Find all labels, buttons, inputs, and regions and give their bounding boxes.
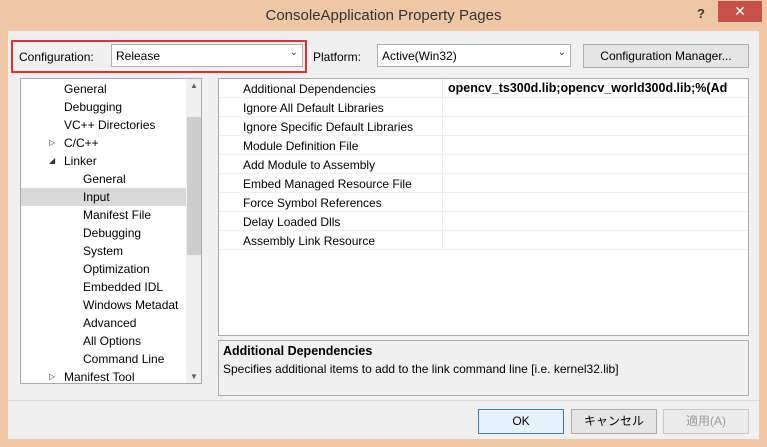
property-name: Additional Dependencies bbox=[243, 82, 376, 96]
column-separator bbox=[442, 231, 443, 250]
property-name: Module Definition File bbox=[243, 139, 359, 153]
collapsed-arrow-icon[interactable]: ▷ bbox=[49, 134, 55, 152]
tree-item[interactable]: All Options bbox=[21, 332, 186, 350]
description-title: Additional Dependencies bbox=[223, 344, 373, 358]
tree-item-label: General bbox=[64, 82, 107, 96]
configuration-dropdown[interactable]: Release ⌄ bbox=[111, 44, 303, 67]
column-separator bbox=[442, 117, 443, 136]
cancel-button[interactable]: キャンセル bbox=[571, 409, 657, 434]
property-row[interactable]: Module Definition File bbox=[219, 136, 748, 155]
expanded-arrow-icon[interactable]: ◢ bbox=[49, 152, 55, 170]
tree-item-label: Advanced bbox=[83, 316, 137, 330]
tree-item-label: C/C++ bbox=[64, 136, 99, 150]
tree-item-label: Linker bbox=[64, 154, 97, 168]
footer-divider bbox=[8, 400, 759, 401]
tree-item-label: Debugging bbox=[83, 226, 142, 240]
tree-item-label: Command Line bbox=[83, 352, 165, 366]
chevron-down-icon: ⌄ bbox=[557, 47, 566, 58]
tree-item[interactable]: Optimization bbox=[21, 260, 186, 278]
tree-item-label: System bbox=[83, 244, 124, 258]
property-name: Assembly Link Resource bbox=[243, 234, 376, 248]
tree-item[interactable]: Debugging bbox=[21, 224, 186, 242]
description-text: Specifies additional items to add to the… bbox=[223, 362, 619, 376]
column-separator bbox=[442, 136, 443, 155]
ok-button[interactable]: OK bbox=[478, 409, 564, 434]
scroll-up-icon[interactable]: ▲ bbox=[186, 81, 201, 90]
column-separator bbox=[442, 212, 443, 231]
collapsed-arrow-icon[interactable]: ▷ bbox=[49, 368, 55, 383]
tree-item-label: Debugging bbox=[64, 100, 123, 114]
property-name: Embed Managed Resource File bbox=[243, 177, 412, 191]
tree-item[interactable]: Manifest File bbox=[21, 206, 186, 224]
tree-item-label: Optimization bbox=[83, 262, 150, 276]
window-title: ConsoleApplication Property Pages bbox=[265, 7, 502, 24]
property-value[interactable]: opencv_ts300d.lib;opencv_world300d.lib;%… bbox=[448, 81, 727, 95]
column-separator bbox=[442, 193, 443, 212]
tree-item[interactable]: Windows Metadat bbox=[21, 296, 186, 314]
column-separator bbox=[442, 98, 443, 117]
title-bar[interactable]: ConsoleApplication Property Pages ? ✕ bbox=[0, 0, 767, 31]
tree-item[interactable]: Debugging bbox=[21, 98, 186, 116]
chevron-down-icon: ⌄ bbox=[289, 47, 298, 58]
tree-item-label: All Options bbox=[83, 334, 142, 348]
help-button[interactable]: ? bbox=[688, 4, 714, 24]
tree-item-label: Manifest Tool bbox=[64, 370, 135, 384]
property-name: Add Module to Assembly bbox=[243, 158, 376, 172]
platform-value: Active(Win32) bbox=[382, 49, 457, 63]
tree-item[interactable]: General bbox=[21, 80, 186, 98]
configuration-value: Release bbox=[116, 49, 161, 63]
property-row[interactable]: Delay Loaded Dlls bbox=[219, 212, 748, 231]
tree-item[interactable]: Embedded IDL bbox=[21, 278, 186, 296]
property-name: Ignore Specific Default Libraries bbox=[243, 120, 414, 134]
settings-tree[interactable]: General Debugging VC++ Directories ▷ C/C++ ◢ L… bbox=[20, 78, 202, 384]
tree-item[interactable]: ▷ C/C++ bbox=[21, 134, 186, 152]
tree-item-label: Windows Metadat bbox=[83, 298, 179, 312]
tree-item[interactable]: General bbox=[21, 170, 186, 188]
property-name: Delay Loaded Dlls bbox=[243, 215, 341, 229]
tree-item-label: Embedded IDL bbox=[83, 280, 164, 294]
property-name: Force Symbol References bbox=[243, 196, 382, 210]
column-separator bbox=[442, 79, 443, 98]
tree-item[interactable]: Advanced bbox=[21, 314, 186, 332]
tree-item[interactable]: VC++ Directories bbox=[21, 116, 186, 134]
tree-item-label: Input bbox=[83, 190, 110, 204]
tree-item-label: Manifest File bbox=[83, 208, 152, 222]
property-row[interactable]: Ignore Specific Default Libraries bbox=[219, 117, 748, 136]
tree-item[interactable]: Input bbox=[21, 188, 186, 206]
tree-item[interactable]: ◢ Linker bbox=[21, 152, 186, 170]
configuration-label: Configuration: bbox=[19, 50, 94, 64]
property-name: Ignore All Default Libraries bbox=[243, 101, 384, 115]
platform-label: Platform: bbox=[313, 50, 362, 64]
property-row[interactable]: Assembly Link Resource bbox=[219, 231, 748, 250]
property-grid[interactable]: Additional Dependencies opencv_ts300d.lib… bbox=[218, 78, 749, 336]
tree-item[interactable]: Command Line bbox=[21, 350, 186, 368]
close-button[interactable]: ✕ bbox=[718, 1, 762, 22]
property-row[interactable]: Ignore All Default Libraries bbox=[219, 98, 748, 117]
property-row[interactable]: Additional Dependencies opencv_ts300d.lib… bbox=[219, 79, 748, 98]
property-row[interactable]: Embed Managed Resource File bbox=[219, 174, 748, 193]
property-row[interactable]: Add Module to Assembly bbox=[219, 155, 748, 174]
configuration-manager-button[interactable]: Configuration Manager... bbox=[583, 44, 749, 68]
apply-button[interactable]: 適用(A) bbox=[663, 409, 749, 434]
tree-item[interactable]: System bbox=[21, 242, 186, 260]
description-pane: Additional Dependencies Specifies additi… bbox=[218, 340, 749, 396]
tree-item[interactable]: ▷ Manifest Tool bbox=[21, 368, 186, 384]
scroll-thumb[interactable] bbox=[187, 117, 201, 255]
platform-dropdown[interactable]: Active(Win32) ⌄ bbox=[377, 44, 571, 67]
tree-item-label: General bbox=[83, 172, 126, 186]
property-row[interactable]: Force Symbol References bbox=[219, 193, 748, 212]
scroll-down-icon[interactable]: ▼ bbox=[186, 372, 201, 381]
tree-scrollbar[interactable]: ▲ ▼ bbox=[186, 79, 201, 383]
tree-item-label: VC++ Directories bbox=[64, 118, 156, 132]
column-separator bbox=[442, 174, 443, 193]
column-separator bbox=[442, 155, 443, 174]
